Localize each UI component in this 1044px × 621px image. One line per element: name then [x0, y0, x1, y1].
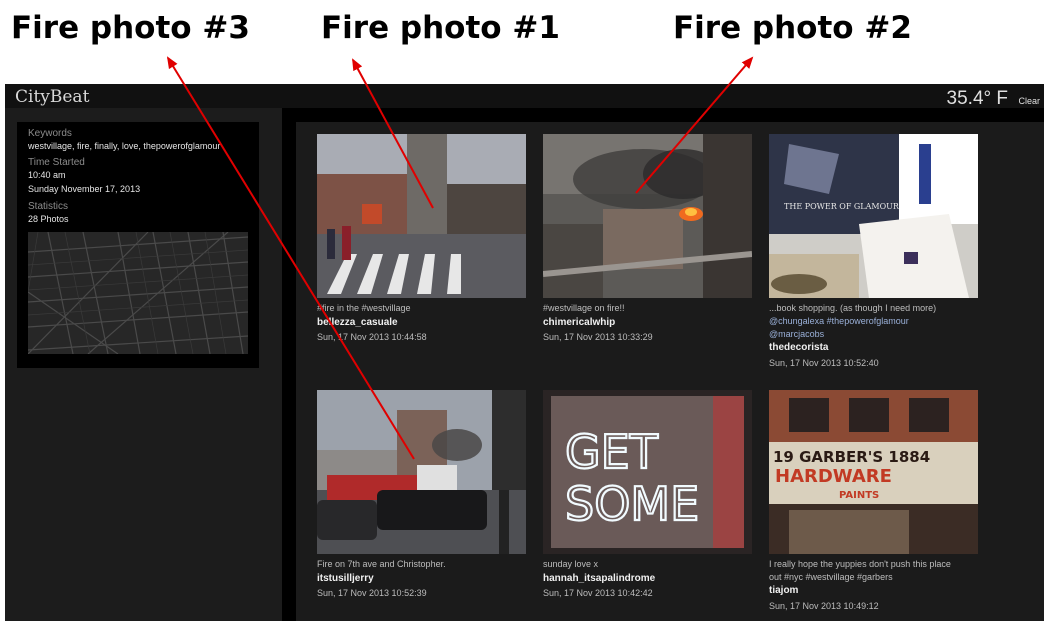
photo-username[interactable]: chimericalwhip [543, 317, 615, 328]
sign-text-line-3: PAINTS [839, 490, 879, 501]
keywords-value: westvillage, fire, finally, love, thepow… [28, 141, 221, 151]
photo-username[interactable]: tiajom [769, 585, 798, 596]
fire-aerial-photo[interactable] [543, 134, 752, 298]
fire-street-photo[interactable] [317, 134, 526, 298]
photo-timestamp: Sun, 17 Nov 2013 10:42:42 [543, 588, 653, 598]
event-info-panel: Keywords westvillage, fire, finally, lov… [17, 122, 259, 368]
photo-username[interactable]: bellezza_casuale [317, 317, 398, 328]
photo-username[interactable]: itstusilljerry [317, 573, 374, 584]
time-started-label: Time Started [28, 157, 85, 168]
photo-caption-line: out #nyc #westvillage #garbers [769, 572, 893, 582]
temperature-readout: 35.4° F [946, 88, 1008, 109]
photo-grid: #fire in the #westvillage bellezza_casua… [296, 122, 1044, 621]
time-started-value: 10:40 am [28, 170, 66, 180]
keywords-label: Keywords [28, 128, 72, 139]
photo-caption-line: I really hope the yuppies don't push thi… [769, 559, 951, 569]
photo-caption: sunday love x [543, 559, 599, 569]
photo-caption: #westvillage on fire!! [543, 303, 625, 313]
photo-timestamp: Sun, 17 Nov 2013 10:52:39 [317, 588, 427, 598]
photo-caption-line: ...book shopping. (as though I need more… [769, 303, 937, 313]
app-title[interactable]: CityBeat [15, 87, 89, 107]
book-cover-text: THE POWER OF GLAMOUR [784, 202, 900, 211]
street-map[interactable] [28, 232, 248, 354]
sign-text-line-2: HARDWARE [775, 466, 892, 487]
annotation-fire-photo-3: Fire photo #3 [11, 10, 250, 46]
statistics-value: 28 Photos [28, 214, 69, 224]
annotation-fire-photo-2: Fire photo #2 [673, 10, 912, 46]
weather-condition: Clear [1018, 96, 1040, 106]
photo-timestamp: Sun, 17 Nov 2013 10:44:58 [317, 332, 427, 342]
date-value: Sunday November 17, 2013 [28, 184, 141, 194]
annotation-fire-photo-1: Fire photo #1 [321, 10, 560, 46]
photo-username[interactable]: thedecorista [769, 342, 828, 353]
hardware-store-photo[interactable]: 19 GARBER'S 1884 HARDWARE PAINTS [769, 390, 978, 554]
photo-timestamp: Sun, 17 Nov 2013 10:33:29 [543, 332, 653, 342]
citybeat-app: CityBeat 35.4° F Clear Keywords westvill… [5, 84, 1044, 621]
photo-timestamp: Sun, 17 Nov 2013 10:49:12 [769, 601, 879, 611]
photo-caption: #fire in the #westvillage [317, 303, 411, 313]
photo-caption: Fire on 7th ave and Christopher. [317, 559, 446, 569]
book-photo[interactable]: THE POWER OF GLAMOUR [769, 134, 978, 298]
neon-sign-photo[interactable]: GET SOME [543, 390, 752, 554]
sign-text-line-1: 19 GARBER'S 1884 [773, 448, 930, 466]
photo-caption-line: @marcjacobs [769, 329, 825, 339]
neon-text-line-2: SOME [565, 477, 699, 531]
photo-caption-line: @chungalexa #thepowerofglamour [769, 316, 909, 326]
photo-timestamp: Sun, 17 Nov 2013 10:52:40 [769, 358, 879, 368]
top-bar: CityBeat 35.4° F Clear [5, 84, 1044, 109]
statistics-label: Statistics [28, 201, 69, 212]
neon-text-line-1: GET [565, 425, 659, 479]
photo-username[interactable]: hannah_itsapalindrome [543, 573, 655, 584]
fire-truck-photo[interactable] [317, 390, 526, 554]
